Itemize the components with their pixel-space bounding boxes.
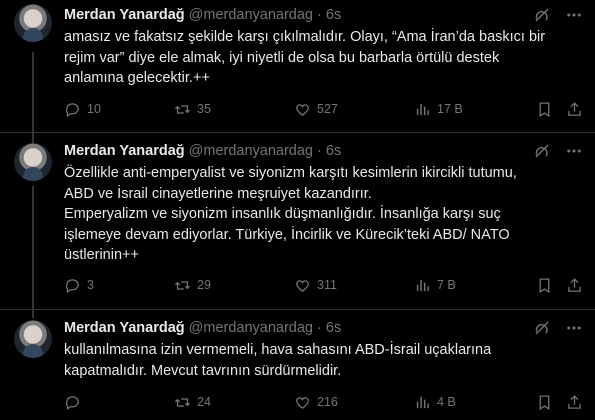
reply-count: 10 <box>87 102 101 116</box>
bookmark-icon <box>539 102 550 118</box>
bookmark-icon <box>539 278 550 294</box>
avatar[interactable] <box>14 320 52 358</box>
grok-icon[interactable] <box>533 319 551 337</box>
tweet-header: Merdan Yanardağ @merdanyanardag · 6s <box>64 319 341 337</box>
repost-icon <box>174 281 191 290</box>
separator-dot: · <box>317 7 322 23</box>
tweet-line: Özellikle anti-emperyalist ve siyonizm k… <box>64 165 517 181</box>
reply-icon <box>65 279 79 294</box>
timestamp[interactable]: 6s <box>326 7 341 23</box>
author-handle[interactable]: @merdanyanardag <box>189 143 313 159</box>
tweet-text: amasız ve fakatsız şekilde karşı çıkılma… <box>64 27 584 89</box>
author-name[interactable]: Merdan Yanardağ <box>64 320 185 336</box>
repost-count: 35 <box>197 102 211 116</box>
timestamp[interactable]: 6s <box>326 143 341 159</box>
views-icon <box>416 279 429 292</box>
views-button[interactable]: 4 B <box>414 394 456 411</box>
tweet-line: ABD ve İsrail cinayetlerine meşruiyet ka… <box>64 185 372 202</box>
share-button[interactable] <box>566 101 589 118</box>
repost-button[interactable]: 24 <box>174 394 211 411</box>
tweet-line: üstlerinin++ <box>64 247 139 263</box>
tweet-line: rejim var” diye ele almak, iyi niyetli d… <box>64 49 500 66</box>
tweet-text: kullanılmasına izin vermemeli, hava saha… <box>64 340 584 381</box>
share-icon <box>568 278 581 292</box>
share-button[interactable] <box>566 277 589 294</box>
author-handle[interactable]: @merdanyanardag <box>189 7 313 23</box>
views-button[interactable]: 17 B <box>414 101 463 118</box>
share-button[interactable] <box>566 394 589 411</box>
tweet-actions: 24 216 4 B <box>64 394 584 414</box>
views-icon <box>416 103 429 116</box>
repost-icon <box>174 105 191 114</box>
bookmark-button[interactable] <box>536 277 559 294</box>
share-icon <box>568 102 581 116</box>
tweet-line: anlamına gelecektir.++ <box>64 70 210 86</box>
tweet-3[interactable]: Merdan Yanardağ @merdanyanardag · 6s kul… <box>0 310 595 420</box>
tweet-1[interactable]: Merdan Yanardağ @merdanyanardag · 6s ama… <box>0 0 595 132</box>
tweet-line: işlemeye devam ediyorlar. Türkiye, İncir… <box>64 226 510 243</box>
like-button[interactable]: 216 <box>294 394 338 411</box>
views-count: 7 B <box>437 278 456 292</box>
more-icon[interactable] <box>565 6 583 24</box>
heart-icon <box>296 397 309 409</box>
repost-count: 24 <box>197 395 211 409</box>
like-count: 527 <box>317 102 338 116</box>
avatar[interactable] <box>14 143 52 181</box>
bookmark-button[interactable] <box>536 394 559 411</box>
like-button[interactable]: 527 <box>294 101 338 118</box>
tweet-actions: 3 29 311 7 B <box>64 277 584 297</box>
timestamp[interactable]: 6s <box>326 320 341 336</box>
reply-button[interactable] <box>64 394 87 411</box>
tweet-2[interactable]: Merdan Yanardağ @merdanyanardag · 6s Öze… <box>0 133 595 315</box>
tweet-text: Özellikle anti-emperyalist ve siyonizm k… <box>64 163 584 266</box>
author-name[interactable]: Merdan Yanardağ <box>64 143 185 159</box>
reply-icon <box>65 103 79 118</box>
grok-icon[interactable] <box>533 6 551 24</box>
views-count: 17 B <box>437 102 463 116</box>
reply-button[interactable]: 10 <box>64 101 101 118</box>
like-count: 311 <box>317 278 337 292</box>
separator-dot: · <box>317 320 322 336</box>
repost-button[interactable]: 29 <box>174 277 211 294</box>
like-count: 216 <box>317 395 338 409</box>
bookmark-icon <box>539 395 550 411</box>
separator-dot: · <box>317 143 322 159</box>
author-name[interactable]: Merdan Yanardağ <box>64 7 185 23</box>
avatar[interactable] <box>14 4 52 42</box>
more-icon[interactable] <box>565 319 583 337</box>
tweet-header: Merdan Yanardağ @merdanyanardag · 6s <box>64 142 341 160</box>
more-icon[interactable] <box>565 142 583 160</box>
like-button[interactable]: 311 <box>294 277 337 294</box>
tweet-line: kullanılmasına izin vermemeli, hava saha… <box>64 342 492 358</box>
repost-button[interactable]: 35 <box>174 101 211 118</box>
bookmark-button[interactable] <box>536 101 559 118</box>
tweet-header: Merdan Yanardağ @merdanyanardag · 6s <box>64 6 341 24</box>
repost-count: 29 <box>197 278 211 292</box>
views-count: 4 B <box>437 395 456 409</box>
tweet-line: amasız ve fakatsız şekilde karşı çıkılma… <box>64 29 546 45</box>
reply-count: 3 <box>87 278 94 292</box>
tweet-line: Emperyalizm ve siyonizm insanlık düşmanl… <box>64 206 501 222</box>
grok-icon[interactable] <box>533 142 551 160</box>
heart-icon <box>296 104 309 116</box>
heart-icon <box>296 280 309 292</box>
views-icon <box>416 396 429 409</box>
tweet-actions: 10 35 527 17 B <box>64 101 584 121</box>
views-button[interactable]: 7 B <box>414 277 456 294</box>
reply-icon <box>65 396 79 411</box>
share-icon <box>568 395 581 409</box>
reply-button[interactable]: 3 <box>64 277 94 294</box>
author-handle[interactable]: @merdanyanardag <box>189 320 313 336</box>
repost-icon <box>174 398 191 407</box>
tweet-line: kapatmalıdır. Mevcut tavrının sürdürmeli… <box>64 362 342 379</box>
